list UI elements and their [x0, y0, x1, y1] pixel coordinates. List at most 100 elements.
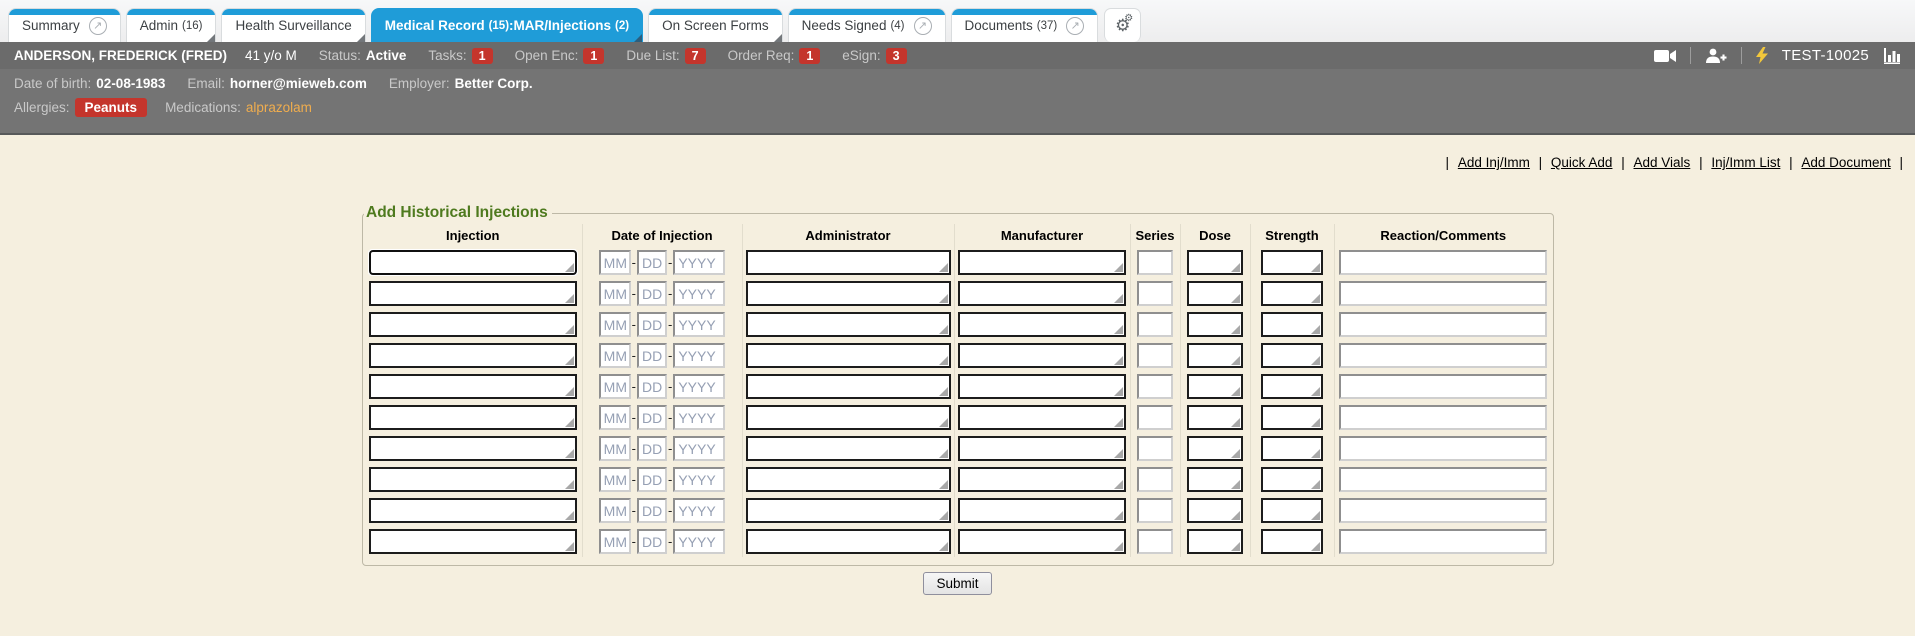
injection-input[interactable] — [369, 374, 577, 399]
date-yyyy-input[interactable] — [673, 405, 725, 430]
manufacturer-input[interactable] — [958, 343, 1126, 368]
series-input[interactable] — [1137, 343, 1173, 368]
dose-input[interactable] — [1187, 467, 1243, 492]
injection-input[interactable] — [369, 281, 577, 306]
manufacturer-input[interactable] — [958, 498, 1126, 523]
strength-input[interactable] — [1261, 281, 1323, 306]
reaction-comments-input[interactable] — [1339, 467, 1547, 492]
reaction-comments-input[interactable] — [1339, 498, 1547, 523]
date-mm-input[interactable] — [599, 529, 631, 554]
manufacturer-input[interactable] — [958, 250, 1126, 275]
date-dd-input[interactable] — [637, 498, 667, 523]
strength-input[interactable] — [1261, 498, 1323, 523]
date-dd-input[interactable] — [637, 281, 667, 306]
strength-input[interactable] — [1261, 312, 1323, 337]
administrator-input[interactable] — [746, 498, 951, 523]
dose-input[interactable] — [1187, 312, 1243, 337]
date-yyyy-input[interactable] — [673, 343, 725, 368]
date-dd-input[interactable] — [637, 343, 667, 368]
date-mm-input[interactable] — [599, 467, 631, 492]
tab-medical-record[interactable]: Medical Record (15) :MAR/Injections (2) — [371, 8, 643, 42]
link-add-document[interactable]: Add Document — [1801, 155, 1890, 170]
series-input[interactable] — [1137, 467, 1173, 492]
series-input[interactable] — [1137, 498, 1173, 523]
strength-input[interactable] — [1261, 467, 1323, 492]
submit-button[interactable]: Submit — [923, 572, 991, 595]
date-yyyy-input[interactable] — [673, 498, 725, 523]
administrator-input[interactable] — [746, 250, 951, 275]
manufacturer-input[interactable] — [958, 312, 1126, 337]
date-mm-input[interactable] — [599, 281, 631, 306]
date-dd-input[interactable] — [637, 250, 667, 275]
lightning-icon[interactable] — [1756, 47, 1768, 64]
reaction-comments-input[interactable] — [1339, 312, 1547, 337]
bar-chart-icon[interactable] — [1883, 48, 1901, 64]
manufacturer-input[interactable] — [958, 467, 1126, 492]
tab-summary[interactable]: Summary ↗ — [8, 8, 121, 42]
injection-input[interactable] — [369, 436, 577, 461]
dose-input[interactable] — [1187, 436, 1243, 461]
dose-input[interactable] — [1187, 405, 1243, 430]
date-yyyy-input[interactable] — [673, 250, 725, 275]
strength-input[interactable] — [1261, 405, 1323, 430]
series-input[interactable] — [1137, 374, 1173, 399]
administrator-input[interactable] — [746, 405, 951, 430]
injection-input[interactable] — [369, 498, 577, 523]
date-yyyy-input[interactable] — [673, 312, 725, 337]
tab-documents[interactable]: Documents (37) ↗ — [951, 8, 1099, 42]
date-mm-input[interactable] — [599, 312, 631, 337]
injection-input[interactable] — [369, 467, 577, 492]
date-mm-input[interactable] — [599, 250, 631, 275]
date-dd-input[interactable] — [637, 405, 667, 430]
administrator-input[interactable] — [746, 529, 951, 554]
manufacturer-input[interactable] — [958, 529, 1126, 554]
reaction-comments-input[interactable] — [1339, 250, 1547, 275]
allergy-badge[interactable]: Peanuts — [75, 98, 148, 117]
link-add-inj-imm[interactable]: Add Inj/Imm — [1458, 155, 1530, 170]
medications-value[interactable]: alprazolam — [246, 100, 312, 115]
dose-input[interactable] — [1187, 343, 1243, 368]
injection-input[interactable] — [369, 250, 577, 275]
injection-input[interactable] — [369, 529, 577, 554]
link-inj-imm-list[interactable]: Inj/Imm List — [1711, 155, 1780, 170]
series-input[interactable] — [1137, 529, 1173, 554]
administrator-input[interactable] — [746, 312, 951, 337]
date-dd-input[interactable] — [637, 436, 667, 461]
date-dd-input[interactable] — [637, 467, 667, 492]
injection-input[interactable] — [369, 405, 577, 430]
order-req-badge[interactable]: 1 — [799, 48, 820, 64]
date-mm-input[interactable] — [599, 436, 631, 461]
series-input[interactable] — [1137, 250, 1173, 275]
date-mm-input[interactable] — [599, 498, 631, 523]
open-in-new-icon[interactable]: ↗ — [89, 17, 107, 35]
reaction-comments-input[interactable] — [1339, 436, 1547, 461]
injection-input[interactable] — [369, 312, 577, 337]
dose-input[interactable] — [1187, 250, 1243, 275]
date-mm-input[interactable] — [599, 343, 631, 368]
manufacturer-input[interactable] — [958, 374, 1126, 399]
dose-input[interactable] — [1187, 281, 1243, 306]
strength-input[interactable] — [1261, 529, 1323, 554]
administrator-input[interactable] — [746, 281, 951, 306]
tab-health-surveillance[interactable]: Health Surveillance — [221, 8, 365, 42]
series-input[interactable] — [1137, 312, 1173, 337]
series-input[interactable] — [1137, 281, 1173, 306]
dose-input[interactable] — [1187, 374, 1243, 399]
reaction-comments-input[interactable] — [1339, 529, 1547, 554]
strength-input[interactable] — [1261, 436, 1323, 461]
person-add-icon[interactable] — [1705, 48, 1727, 64]
administrator-input[interactable] — [746, 374, 951, 399]
link-add-vials[interactable]: Add Vials — [1634, 155, 1691, 170]
manufacturer-input[interactable] — [958, 405, 1126, 430]
administrator-input[interactable] — [746, 467, 951, 492]
date-dd-input[interactable] — [637, 374, 667, 399]
reaction-comments-input[interactable] — [1339, 374, 1547, 399]
tab-needs-signed[interactable]: Needs Signed (4) ↗ — [788, 8, 946, 42]
video-camera-icon[interactable] — [1654, 49, 1676, 63]
due-list-badge[interactable]: 7 — [685, 48, 706, 64]
series-input[interactable] — [1137, 405, 1173, 430]
series-input[interactable] — [1137, 436, 1173, 461]
date-dd-input[interactable] — [637, 312, 667, 337]
open-in-new-icon[interactable]: ↗ — [1066, 17, 1084, 35]
tasks-badge[interactable]: 1 — [472, 48, 493, 64]
